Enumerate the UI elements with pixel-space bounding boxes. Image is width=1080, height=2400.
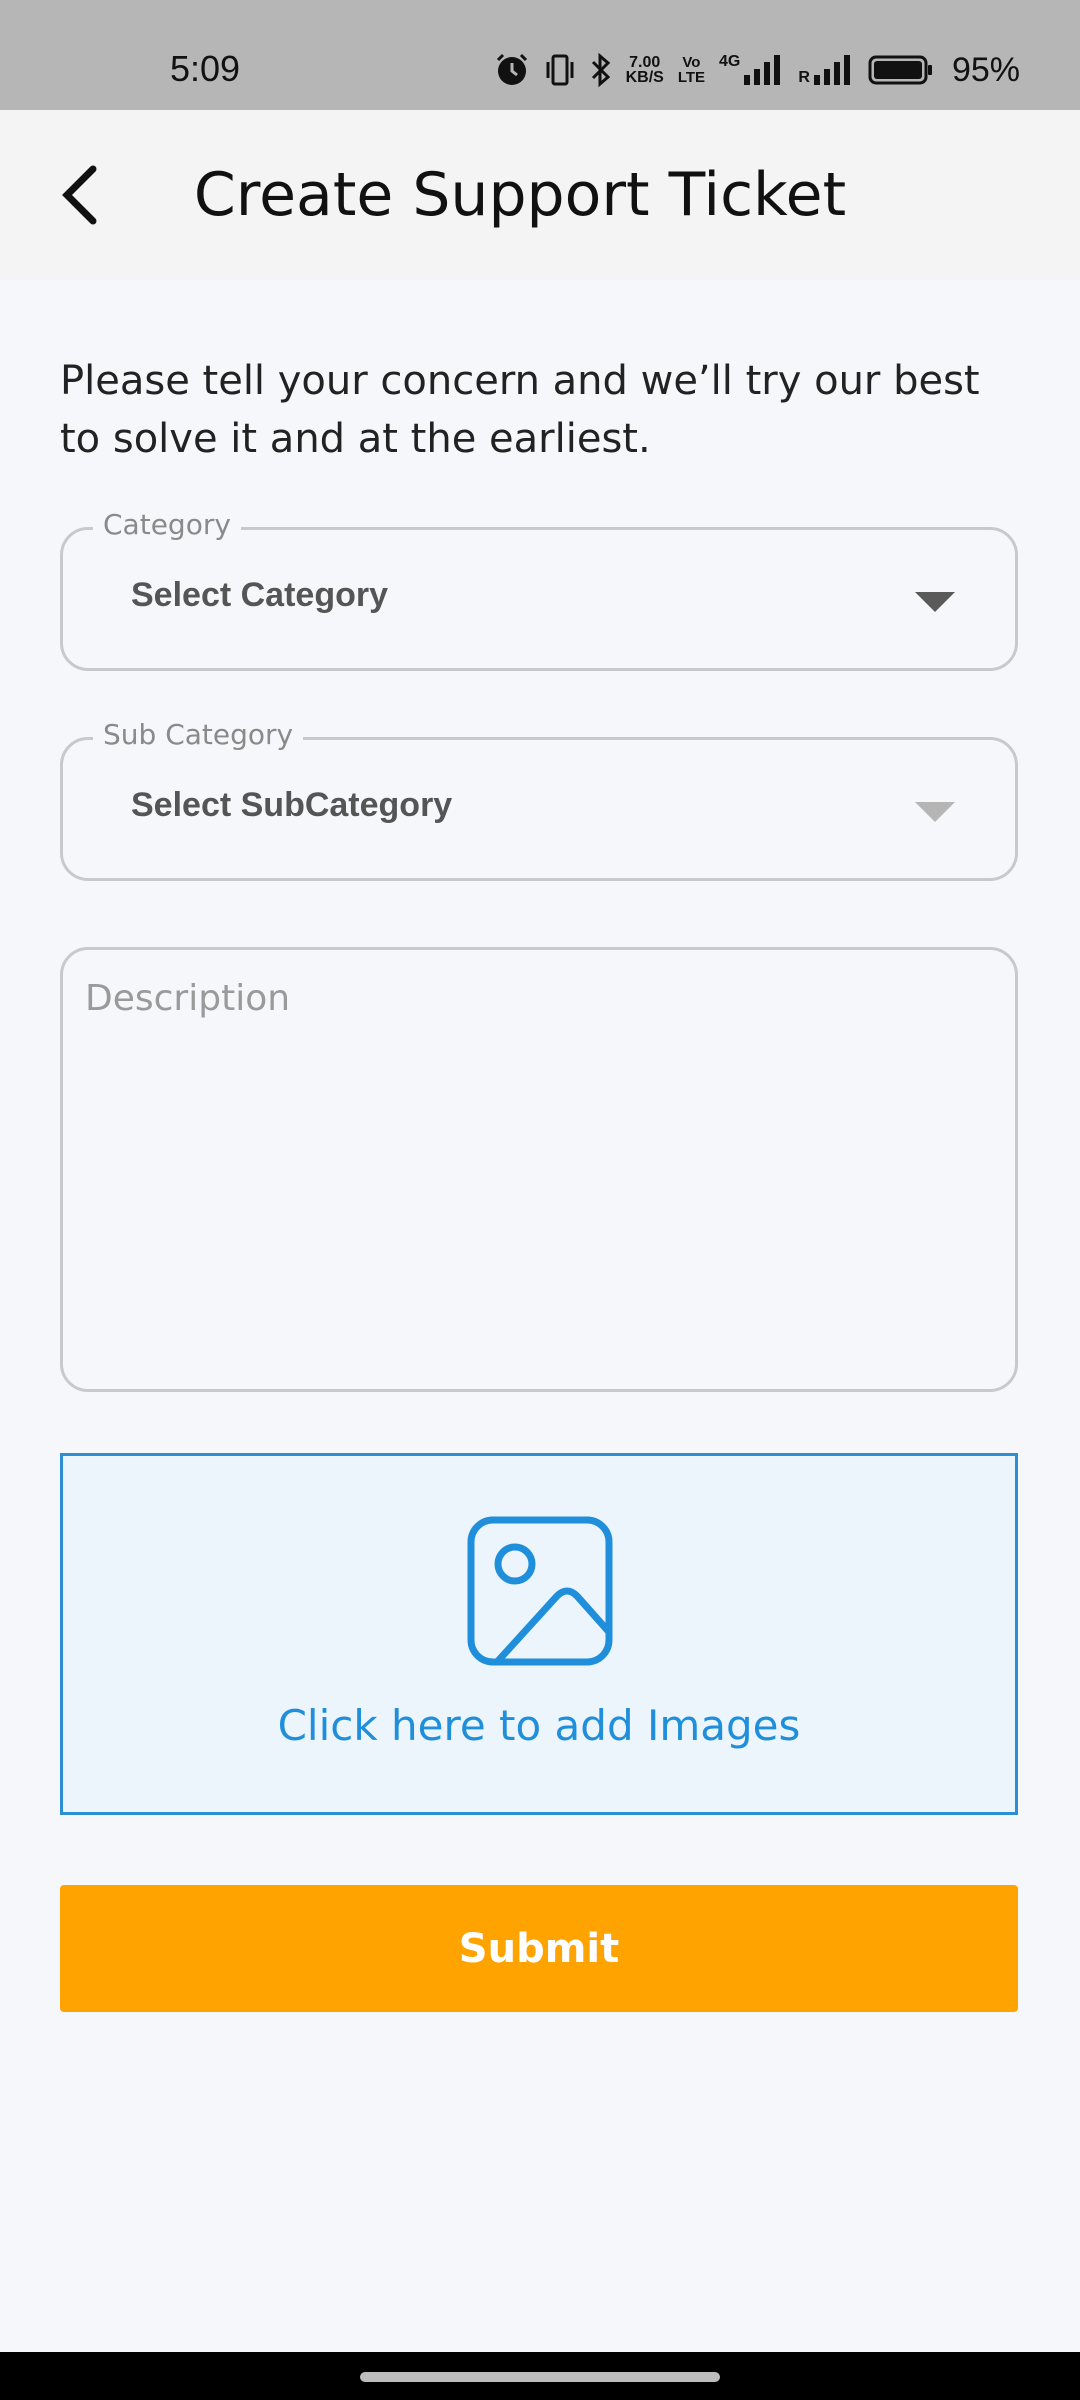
page-title: Create Support Ticket	[193, 160, 847, 230]
sub-category-label: Sub Category	[93, 718, 304, 751]
signal-icon: 4G	[719, 53, 784, 87]
add-images-label: Click here to add Images	[277, 1701, 801, 1750]
category-value: Select Category	[131, 576, 388, 614]
dropdown-arrow-icon	[915, 802, 955, 822]
battery-percent: 95%	[951, 50, 1020, 89]
volte-indicator: Vo LTE	[678, 55, 705, 85]
image-icon	[467, 1516, 613, 1666]
sub-category-value: Select SubCategory	[131, 786, 453, 824]
description-placeholder: Description	[85, 978, 291, 1019]
network-type: 4G	[719, 53, 741, 70]
add-images-area[interactable]: Click here to add Images	[60, 1453, 1018, 1815]
bluetooth-icon	[590, 52, 612, 88]
volte-bottom: LTE	[677, 69, 706, 86]
signal-roaming-icon: R	[798, 53, 854, 87]
vibrate-icon	[544, 52, 576, 88]
alarm-icon	[494, 52, 530, 88]
system-nav-bar	[0, 2352, 1080, 2400]
category-dropdown[interactable]: Category Select Category	[60, 508, 1018, 671]
intro-text: Please tell your concern and we’ll try o…	[60, 358, 980, 462]
status-time: 5:09	[170, 48, 241, 89]
home-gesture-handle[interactable]	[360, 2372, 720, 2382]
status-icons: 7.00 KB/S Vo LTE 4G R 95%	[494, 46, 1020, 94]
dropdown-arrow-icon	[915, 592, 955, 612]
description-input[interactable]: Description	[60, 947, 1018, 1392]
app-bar: Create Support Ticket	[0, 110, 1080, 280]
sub-category-dropdown[interactable]: Sub Category Select SubCategory	[60, 718, 1018, 881]
battery-icon	[868, 54, 934, 86]
speed-unit: KB/S	[625, 69, 664, 86]
category-label: Category	[93, 508, 241, 541]
submit-button[interactable]: Submit	[60, 1885, 1018, 2012]
roaming-indicator: R	[798, 69, 810, 86]
status-bar: 5:09 7.00 KB/S Vo LTE 4G R 95%	[0, 0, 1080, 110]
network-speed: 7.00 KB/S	[625, 55, 664, 86]
